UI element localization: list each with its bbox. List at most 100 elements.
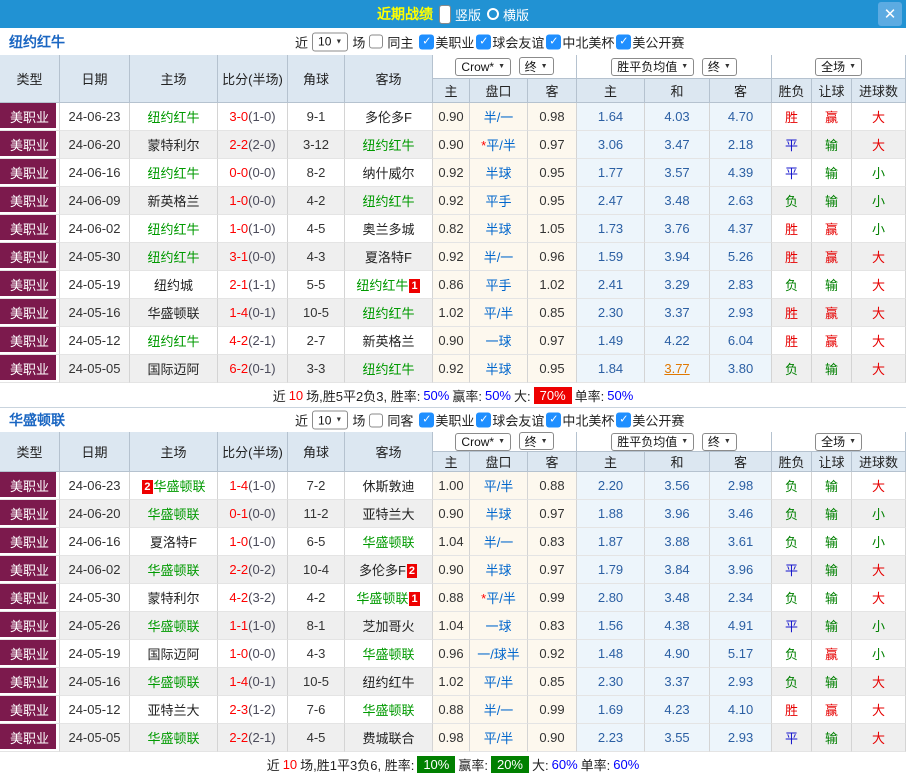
home-team-cell: 纽约红牛 <box>130 103 218 131</box>
checked-checkbox-icon[interactable]: ✓ <box>616 34 631 49</box>
full-match-select[interactable]: 全场▼ <box>815 58 862 76</box>
checked-checkbox-icon[interactable]: ✓ <box>419 413 434 428</box>
section-away-team: 华盛顿联 近 10 ▼ 场 同客 ✓美职业✓球会友谊✓中北美杯✓美公开赛 <box>0 407 906 775</box>
avg-draw-odds-cell: 3.76 <box>645 215 710 243</box>
corner-cell: 3-12 <box>288 131 345 159</box>
date-cell: 24-05-30 <box>60 584 130 612</box>
halftime-score: (0-0) <box>248 646 275 661</box>
match-count-select[interactable]: 10 ▼ <box>312 411 348 430</box>
final-avg-select[interactable]: 终▼ <box>702 433 737 451</box>
avg-home-odds-cell: 2.23 <box>577 724 645 752</box>
team-name: 华盛顿联 <box>362 647 414 662</box>
fulltime-score: 3-0 <box>229 109 248 124</box>
radio-unselected-icon[interactable] <box>487 8 499 20</box>
team-name: 国际迈阿 <box>147 362 199 377</box>
avg-home-odds-cell: 2.80 <box>577 584 645 612</box>
same-venue-checkbox[interactable] <box>369 413 383 427</box>
date-cell: 24-06-02 <box>60 556 130 584</box>
checked-checkbox-icon[interactable]: ✓ <box>546 34 561 49</box>
fulltime-score: 6-2 <box>229 361 248 376</box>
away-team-cell: 芝加哥火 <box>345 612 433 640</box>
checked-checkbox-icon[interactable]: ✓ <box>616 413 631 428</box>
avg-draw-odds-cell: 3.88 <box>645 528 710 556</box>
home-team-cell: 华盛顿联 <box>130 299 218 327</box>
final-odds-select[interactable]: 终▼ <box>519 432 554 450</box>
score-cell: 1-4(0-1) <box>218 668 288 696</box>
avg-home-odds-cell: 2.20 <box>577 472 645 500</box>
final-avg-select[interactable]: 终▼ <box>702 58 737 76</box>
checked-checkbox-icon[interactable]: ✓ <box>546 413 561 428</box>
bookmaker-select[interactable]: Crow*▼ <box>455 433 511 451</box>
rank-badge: 1 <box>409 592 419 606</box>
select-value: 胜平负均值 <box>617 58 677 75</box>
handicap-line-cell: 一/球半 <box>470 640 528 668</box>
team-name: 华盛顿联 <box>154 479 206 494</box>
layout-horizontal-option[interactable]: 横版 <box>487 5 529 24</box>
team-name-link[interactable]: 纽约红牛 <box>9 32 65 52</box>
league-filter-option[interactable]: ✓球会友谊 <box>476 411 544 430</box>
league-filter-option[interactable]: ✓美公开赛 <box>616 32 684 51</box>
avg-home-odds-cell: 1.84 <box>577 355 645 383</box>
goals-result-cell: 小 <box>852 528 906 556</box>
col-score: 比分(半场) <box>218 432 288 472</box>
team-name: 纽约红牛 <box>356 278 408 293</box>
halftime-score: (3-2) <box>248 590 275 605</box>
avg-odds-select[interactable]: 胜平负均值▼ <box>611 433 694 451</box>
handicap-result-cell: 输 <box>812 584 852 612</box>
same-venue-label: 同客 <box>387 411 413 430</box>
handicap-away-odds-cell: 0.90 <box>528 724 577 752</box>
checked-checkbox-icon[interactable]: ✓ <box>476 34 491 49</box>
handicap-home-odds-cell: 0.92 <box>433 355 470 383</box>
checked-checkbox-icon[interactable]: ✓ <box>419 34 434 49</box>
league-filter-option[interactable]: ✓美职业 <box>419 411 474 430</box>
score-cell: 1-1(1-0) <box>218 612 288 640</box>
full-match-select[interactable]: 全场▼ <box>815 433 862 451</box>
avg-odds-select[interactable]: 胜平负均值▼ <box>611 58 694 76</box>
avg-draw-odds-cell: 3.29 <box>645 271 710 299</box>
score-cell: 1-0(1-0) <box>218 528 288 556</box>
league-type-cell: 美职业 <box>0 187 60 215</box>
team-name-link[interactable]: 华盛顿联 <box>9 410 65 430</box>
handicap-result-cell: 输 <box>812 668 852 696</box>
league-filter-option[interactable]: ✓中北美杯 <box>546 32 614 51</box>
checked-checkbox-icon[interactable]: ✓ <box>476 413 491 428</box>
same-venue-checkbox[interactable] <box>369 35 383 49</box>
col-type: 类型 <box>0 432 60 472</box>
handicap-line-cell: 半球 <box>470 355 528 383</box>
league-filter-option[interactable]: ✓球会友谊 <box>476 32 544 51</box>
handicap-line-cell: 平/半 <box>470 472 528 500</box>
avg-away-odds-cell: 4.10 <box>710 696 772 724</box>
avg-draw-odds-cell: 4.03 <box>645 103 710 131</box>
league-label: 美公开赛 <box>632 32 684 51</box>
halftime-score: (1-0) <box>248 221 275 236</box>
final-odds-select[interactable]: 终▼ <box>519 57 554 75</box>
corner-cell: 5-5 <box>288 271 345 299</box>
score-cell: 3-1(0-0) <box>218 243 288 271</box>
league-type-cell: 美职业 <box>0 159 60 187</box>
handicap-home-odds-cell: 1.04 <box>433 528 470 556</box>
col-avg-away: 客 <box>710 452 772 472</box>
select-value: Crow* <box>461 60 494 74</box>
league-label: 球会友谊 <box>492 32 544 51</box>
handicap-away-odds-cell: 0.97 <box>528 556 577 584</box>
fulltime-score: 1-4 <box>229 674 248 689</box>
col-type: 类型 <box>0 55 60 103</box>
result-cell: 负 <box>772 355 812 383</box>
layout-vertical-option[interactable]: 竖版 <box>439 5 481 24</box>
match-count-select[interactable]: 10 ▼ <box>312 32 348 51</box>
home-team-cell: 纽约城 <box>130 271 218 299</box>
close-button[interactable]: ✕ <box>878 2 902 26</box>
chevron-down-icon: ▼ <box>849 438 856 445</box>
bookmaker-select[interactable]: Crow*▼ <box>455 58 511 76</box>
away-team-cell: 纽约红牛 <box>345 187 433 215</box>
handicap-line-cell: 平手 <box>470 187 528 215</box>
league-filter-option[interactable]: ✓中北美杯 <box>546 411 614 430</box>
league-filter-option[interactable]: ✓美公开赛 <box>616 411 684 430</box>
goals-result-cell: 大 <box>852 131 906 159</box>
goals-result-cell: 小 <box>852 215 906 243</box>
avg-away-odds-cell: 4.39 <box>710 159 772 187</box>
radio-selected-icon[interactable] <box>439 5 451 24</box>
league-filter-option[interactable]: ✓美职业 <box>419 32 474 51</box>
league-type-cell: 美职业 <box>0 584 60 612</box>
fulltime-score: 0-0 <box>229 165 248 180</box>
